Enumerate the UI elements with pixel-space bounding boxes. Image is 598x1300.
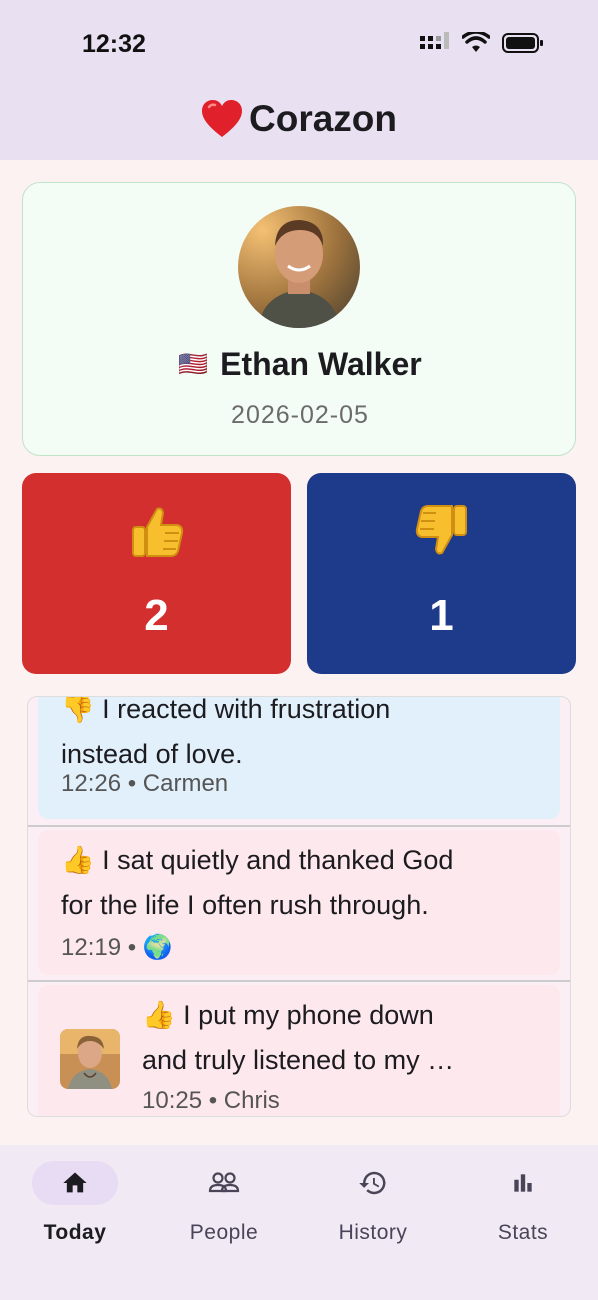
home-icon [63, 1172, 87, 1193]
status-time: 12:32 [82, 30, 146, 58]
entry-meta: 10:25 • Chris [142, 1087, 280, 1114]
divider [28, 980, 570, 982]
people-icon [208, 1172, 240, 1193]
profile-date: 2026-02-05 [231, 401, 369, 429]
entry-feed[interactable]: 👎 I reacted with frustration instead of … [27, 696, 571, 1117]
status-icons [420, 32, 544, 54]
list-item[interactable]: 👍 I put my phone down and truly listened… [38, 985, 560, 1116]
thumbs-down-count: 1 [429, 591, 454, 640]
entry-text-line: 👎 I reacted with frustration [61, 696, 391, 724]
entry-text-line: 👍 I sat quietly and thanked God [61, 845, 454, 875]
divider [28, 825, 570, 827]
entry-meta: 12:26 • Carmen [61, 770, 229, 797]
thumbs-up-icon [131, 507, 183, 557]
app-title-text: Corazon [249, 98, 397, 139]
flag-icon: 🇺🇸 [178, 351, 209, 378]
avatar [238, 206, 360, 328]
list-item[interactable]: 👎 I reacted with frustration instead of … [38, 696, 560, 819]
top-app-bar: 12:32 Corazon [0, 0, 598, 160]
bottom-nav: Today People History Stats [0, 1145, 598, 1300]
entry-text-line: for the life I often rush through. [61, 890, 429, 920]
thumbs-up-count: 2 [144, 591, 169, 640]
nav-history-label: History [338, 1221, 408, 1244]
profile-name: Ethan Walker [220, 346, 422, 382]
history-icon [359, 1171, 386, 1195]
nav-people-label: People [189, 1221, 259, 1244]
nav-today-label: Today [43, 1221, 107, 1244]
wifi-icon [462, 32, 490, 52]
nav-today[interactable]: Today [0, 1161, 150, 1245]
entry-text-line: 👍 I put my phone down [142, 1000, 434, 1030]
nav-stats[interactable]: Stats [448, 1161, 598, 1245]
stats-icon [514, 1174, 532, 1192]
list-item[interactable]: 👍 I sat quietly and thanked God for the … [38, 830, 560, 975]
thumbs-up-count-card[interactable]: 2 [22, 473, 291, 674]
nav-people[interactable]: People [149, 1161, 299, 1245]
entry-text-line: and truly listened to my … [142, 1045, 455, 1075]
avatar [60, 1029, 120, 1089]
profile-name-row: 🇺🇸 Ethan Walker [23, 346, 577, 383]
nav-history[interactable]: History [298, 1161, 448, 1245]
battery-icon [502, 33, 543, 53]
profile-card[interactable]: 🇺🇸 Ethan Walker 2026-02-05 [22, 182, 576, 456]
thumbs-down-icon [415, 505, 467, 555]
nav-stats-label: Stats [497, 1221, 549, 1244]
entry-meta: 12:19 • 🌍 [61, 934, 173, 961]
app-title: Corazon [0, 98, 598, 140]
thumbs-down-count-card[interactable]: 1 [307, 473, 576, 674]
heart-icon [202, 100, 242, 137]
signal-icon [420, 32, 449, 49]
